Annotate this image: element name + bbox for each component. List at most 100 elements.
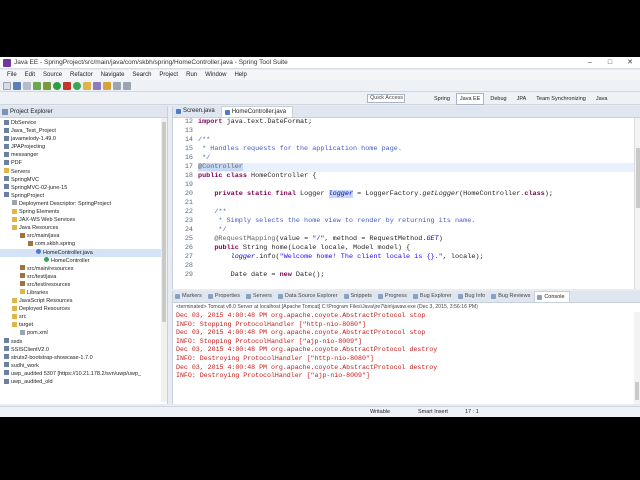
tree-item[interactable]: src/test/resources: [0, 281, 167, 289]
tree-item[interactable]: target: [0, 321, 167, 329]
tree-item[interactable]: javamelody-1.49.0: [0, 135, 167, 143]
code-line: logger.info("Welcome home! The client lo…: [230, 253, 484, 261]
tab-progress[interactable]: Progress: [376, 291, 411, 302]
tree-item[interactable]: Libraries: [0, 289, 167, 297]
menu-search[interactable]: Search: [128, 70, 155, 80]
external-tools-icon[interactable]: [63, 82, 71, 90]
tree-item[interactable]: src/test/java: [0, 273, 167, 281]
project-explorer-icon: [2, 109, 8, 115]
tree-item[interactable]: ssds: [0, 338, 167, 346]
tree-item[interactable]: src/main/resources: [0, 265, 167, 273]
menu-file[interactable]: File: [3, 70, 21, 80]
server-icon[interactable]: [33, 82, 41, 90]
menu-run[interactable]: Run: [182, 70, 201, 80]
console-scrollbar[interactable]: [634, 312, 640, 404]
search-icon[interactable]: [93, 82, 101, 90]
tree-item[interactable]: src: [0, 313, 167, 321]
menu-window[interactable]: Window: [201, 70, 230, 80]
menu-navigate[interactable]: Navigate: [97, 70, 129, 80]
menu-edit[interactable]: Edit: [21, 70, 39, 80]
menu-source[interactable]: Source: [39, 70, 66, 80]
code-editor: Screen.java HomeController.java 12 13 14…: [172, 106, 640, 289]
title-bar: Java EE - SpringProject/src/main/java/co…: [0, 57, 640, 69]
tree-item[interactable]: JPAProjecting: [0, 143, 167, 151]
tree-item[interactable]: HomeController: [0, 257, 167, 265]
tree-item[interactable]: SpringProject: [0, 192, 167, 200]
tab-bug-reviews[interactable]: Bug Reviews: [489, 291, 534, 302]
code-line: @Controller: [198, 163, 635, 172]
save-icon[interactable]: [13, 82, 21, 90]
tree-item[interactable]: JAX-WS Web Services: [0, 216, 167, 224]
tab-bug-info[interactable]: Bug Info: [456, 291, 490, 302]
print-icon[interactable]: [23, 82, 31, 90]
tree-item[interactable]: DbService: [0, 119, 167, 127]
tree-item[interactable]: struts2-bootstrap-showcase-1.7.0: [0, 354, 167, 362]
tree-item[interactable]: Java_Test_Project: [0, 127, 167, 135]
tree-item[interactable]: JavaScript Resources: [0, 297, 167, 305]
tree-item[interactable]: pom.xml: [0, 329, 167, 337]
folder-icon: [12, 297, 17, 303]
menu-help[interactable]: Help: [230, 70, 250, 80]
console-output[interactable]: Dec 03, 2015 4:00:48 PM org.apache.coyot…: [173, 312, 640, 381]
tree-item[interactable]: Deployment Descriptor: SpringProject: [0, 200, 167, 208]
tree-item[interactable]: SpringMVC-02-june-15: [0, 184, 167, 192]
tree-item[interactable]: Servers: [0, 168, 167, 176]
status-writable: Writable: [370, 409, 391, 415]
tab-data-source-explorer[interactable]: Data Source Explorer: [276, 291, 342, 302]
project-icon: [4, 143, 9, 149]
minimize-icon[interactable]: –: [580, 57, 600, 69]
console-terminated-line: <terminated> Tomcat v8.0 Server at local…: [176, 304, 478, 310]
maximize-icon[interactable]: □: [600, 57, 620, 69]
tab-bug-explorer[interactable]: Bug Explorer: [411, 291, 456, 302]
menu-project[interactable]: Project: [155, 70, 182, 80]
tree-item[interactable]: messanger: [0, 151, 167, 159]
new-java-class-icon[interactable]: [73, 82, 81, 90]
perspective-java-ee[interactable]: Java EE: [455, 93, 485, 105]
code-line: */: [198, 154, 211, 162]
perspective-jpa[interactable]: JPA: [513, 93, 531, 105]
next-annotation-icon[interactable]: [103, 82, 111, 90]
new-icon[interactable]: [3, 82, 11, 90]
perspective-java[interactable]: Java: [592, 93, 612, 105]
tree-item-selected[interactable]: HomeController.java: [0, 248, 167, 257]
tab-snippets[interactable]: Snippets: [342, 291, 376, 302]
tab-servers[interactable]: Servers: [244, 291, 276, 302]
source-code[interactable]: import java.text.DateFormat; /** * Handl…: [198, 118, 635, 289]
tree-item[interactable]: Spring Elements: [0, 208, 167, 216]
package-icon: [20, 273, 25, 279]
tree-item[interactable]: PDF: [0, 159, 167, 167]
quick-access-field[interactable]: Quick Access: [367, 94, 405, 103]
tab-screen-java[interactable]: Screen.java: [173, 106, 221, 117]
perspective-debug[interactable]: Debug: [486, 93, 510, 105]
editor-scrollbar[interactable]: [634, 118, 640, 289]
class-icon: [44, 257, 49, 263]
tree-item[interactable]: SSISClientV2.0: [0, 346, 167, 354]
perspective-team-synchronizing[interactable]: Team Synchronizing: [532, 93, 590, 105]
tree-item[interactable]: Java Resources: [0, 224, 167, 232]
tree-item[interactable]: com.skbh.spring: [0, 240, 167, 248]
tree-item[interactable]: SpringMVC: [0, 176, 167, 184]
run-icon[interactable]: [53, 82, 61, 90]
tree-item[interactable]: Deployed Resources: [0, 305, 167, 313]
back-icon[interactable]: [113, 82, 121, 90]
tab-properties[interactable]: Properties: [206, 291, 244, 302]
explorer-scrollbar[interactable]: [161, 118, 167, 402]
forward-icon[interactable]: [123, 82, 131, 90]
perspective-spring[interactable]: Spring: [430, 93, 454, 105]
tree-item[interactable]: uwp_audited 5307 [https://10.21.178.2/sv…: [0, 370, 167, 378]
debug-icon[interactable]: [43, 82, 51, 90]
tree-item[interactable]: sudhi_work: [0, 362, 167, 370]
project-icon: [4, 378, 9, 384]
tab-console[interactable]: Console: [534, 291, 570, 302]
open-type-icon[interactable]: [83, 82, 91, 90]
tree-item[interactable]: src/main/java: [0, 232, 167, 240]
code-line: public class HomeController {: [198, 172, 317, 180]
project-explorer-title[interactable]: Project Explorer: [10, 109, 53, 115]
window-title: Java EE - SpringProject/src/main/java/co…: [14, 59, 288, 66]
tree-item[interactable]: uwp_audited_old: [0, 378, 167, 386]
close-icon[interactable]: ✕: [620, 57, 640, 69]
tab-homecontroller-java[interactable]: HomeController.java: [220, 106, 294, 117]
tab-markers[interactable]: Markers: [173, 291, 206, 302]
menu-refactor[interactable]: Refactor: [66, 70, 97, 80]
